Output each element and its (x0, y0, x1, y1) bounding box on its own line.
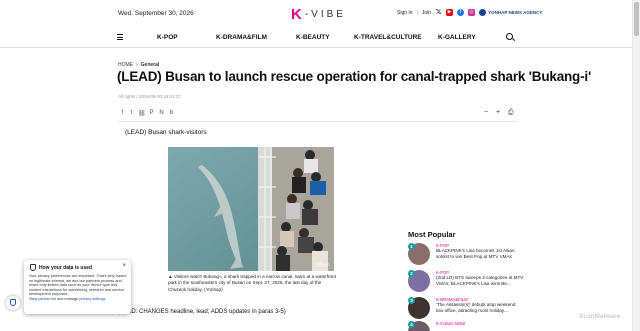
nav-item-kbeauty[interactable]: K-BEAUTY (296, 34, 330, 41)
yonhap-icon (479, 9, 487, 16)
facebook-icon[interactable]: f (119, 110, 126, 116)
current-date: Wed. September 30, 2026 (118, 10, 194, 17)
sign-in-link[interactable]: Sign In (397, 10, 413, 16)
privacy-text: Your privacy preferences are important. … (29, 274, 127, 297)
close-icon[interactable]: × (122, 263, 126, 269)
page-scrollbar[interactable] (632, 0, 640, 331)
watermark: ScanMalware (579, 313, 621, 320)
yonhap-logo[interactable]: YONHAP NEWS AGENCY (479, 9, 542, 16)
naver-icon[interactable]: N (158, 110, 165, 116)
popular-item[interactable]: 4 K-Culture NOW (408, 321, 520, 331)
nav-item-ktravel-culture[interactable]: K-TRAVEL&CULTURE (354, 34, 422, 41)
main-nav: K-POP K-DRAMA&FILM K-BEAUTY K-TRAVEL&CUL… (0, 28, 632, 48)
font-decrease-button[interactable]: − (484, 109, 488, 116)
twitter-icon[interactable]: t (128, 110, 135, 116)
nav-item-kgallery[interactable]: K-GALLERY (438, 34, 476, 41)
privacy-settings-button[interactable] (6, 296, 20, 310)
x-icon[interactable]: 𝕏 (435, 9, 442, 16)
link-icon[interactable]: ⛓ (138, 110, 146, 117)
popular-item[interactable]: 2 K-POP (2nd LD) BTS sweeps 3 categories… (408, 270, 523, 294)
divider (118, 121, 518, 122)
font-increase-button[interactable]: + (496, 109, 500, 116)
privacy-view-prefix: View (29, 296, 38, 301)
breadcrumb-section[interactable]: General (141, 62, 160, 68)
partner-list-link[interactable]: partner list (38, 297, 56, 301)
rank-badge: 3 (408, 297, 415, 304)
pinterest-icon[interactable]: P (148, 110, 155, 116)
privacy-view-suffix: . (105, 296, 107, 301)
popular-item[interactable]: 3 K-DRAMA&FILM 'The Assassin(s)' debuts … (408, 297, 520, 321)
rank-badge: 1 (408, 243, 415, 250)
photo-credit: 연합뉴스 (315, 262, 330, 267)
article-photo: 연합뉴스 (168, 147, 334, 271)
rank-badge: 4 (408, 321, 415, 328)
breadcrumb-separator: › (136, 62, 138, 68)
article-title: (LEAD) Busan to launch rescue operation … (117, 69, 591, 84)
top-bar: Wed. September 30, 2026 K -VIBE Sign In … (0, 0, 632, 28)
popular-title[interactable]: (2nd LD) BTS sweeps 3 categories at MTV … (436, 275, 524, 287)
print-icon[interactable]: ⎙ (508, 109, 514, 117)
shield-icon (30, 264, 36, 271)
popular-category: K-Culture NOW (436, 321, 466, 326)
article-subhead: (LEAD) Busan shark-visitors (125, 129, 207, 136)
facebook-icon[interactable]: f (457, 9, 465, 16)
privacy-view-mid: and manage (57, 296, 79, 301)
privacy-popup: How your data is used × Your privacy pre… (24, 260, 131, 314)
privacy-heading: How your data is used (39, 264, 93, 271)
popular-title[interactable]: 'The Assassin(s)' debuts atop weekend bo… (436, 302, 524, 314)
yonhap-label: YONHAP NEWS AGENCY (488, 10, 543, 15)
popular-title[interactable]: BLACKPINK's Lisa becomes 1st Asian soloi… (436, 248, 524, 260)
popular-item[interactable]: 1 K-POP BLACKPINK's Lisa becomes 1st Asi… (408, 243, 520, 267)
shield-icon (10, 299, 16, 306)
instagram-icon[interactable]: ◎ (468, 9, 476, 16)
rank-badge: 2 (408, 270, 415, 277)
site-logo[interactable]: K -VIBE (291, 5, 346, 23)
nav-item-kdrama-film[interactable]: K-DRAMA&FILM (216, 34, 267, 41)
privacy-header: How your data is used (30, 264, 92, 271)
scrollbar-thumb[interactable] (634, 2, 639, 36)
privacy-body: Your privacy preferences are important. … (29, 274, 127, 302)
article-update-note: (LEAD: CHANGES headline, lead; ADDS upda… (118, 309, 286, 315)
divider: | (416, 9, 418, 16)
top-right-links: Sign In | Join 𝕏 ▶ f ◎ YONHAP NEWS AGENC… (397, 9, 542, 16)
logo-text: -VIBE (304, 8, 346, 20)
nav-item-kpop[interactable]: K-POP (157, 34, 178, 41)
logo-k: K (291, 5, 302, 23)
search-icon[interactable] (506, 33, 513, 40)
canal-shark-photo (168, 147, 334, 271)
share-toolbar: f t ⛓ P N b − + ⎙ (118, 108, 518, 120)
most-popular-heading: Most Popular (408, 230, 456, 239)
youtube-icon[interactable]: ▶ (446, 9, 454, 16)
article-meta: All rights / 2026-09-30 16:51:27 (118, 94, 181, 99)
join-link[interactable]: Join (422, 10, 431, 16)
kakao-icon[interactable]: b (168, 110, 175, 116)
hamburger-menu-icon[interactable] (117, 34, 123, 40)
photo-caption: ▲ Visitors watch Bukang-i, a shark trapp… (168, 274, 336, 292)
privacy-settings-link[interactable]: privacy settings (79, 297, 105, 301)
breadcrumb: HOME › General (118, 62, 159, 68)
breadcrumb-home[interactable]: HOME (118, 62, 133, 68)
